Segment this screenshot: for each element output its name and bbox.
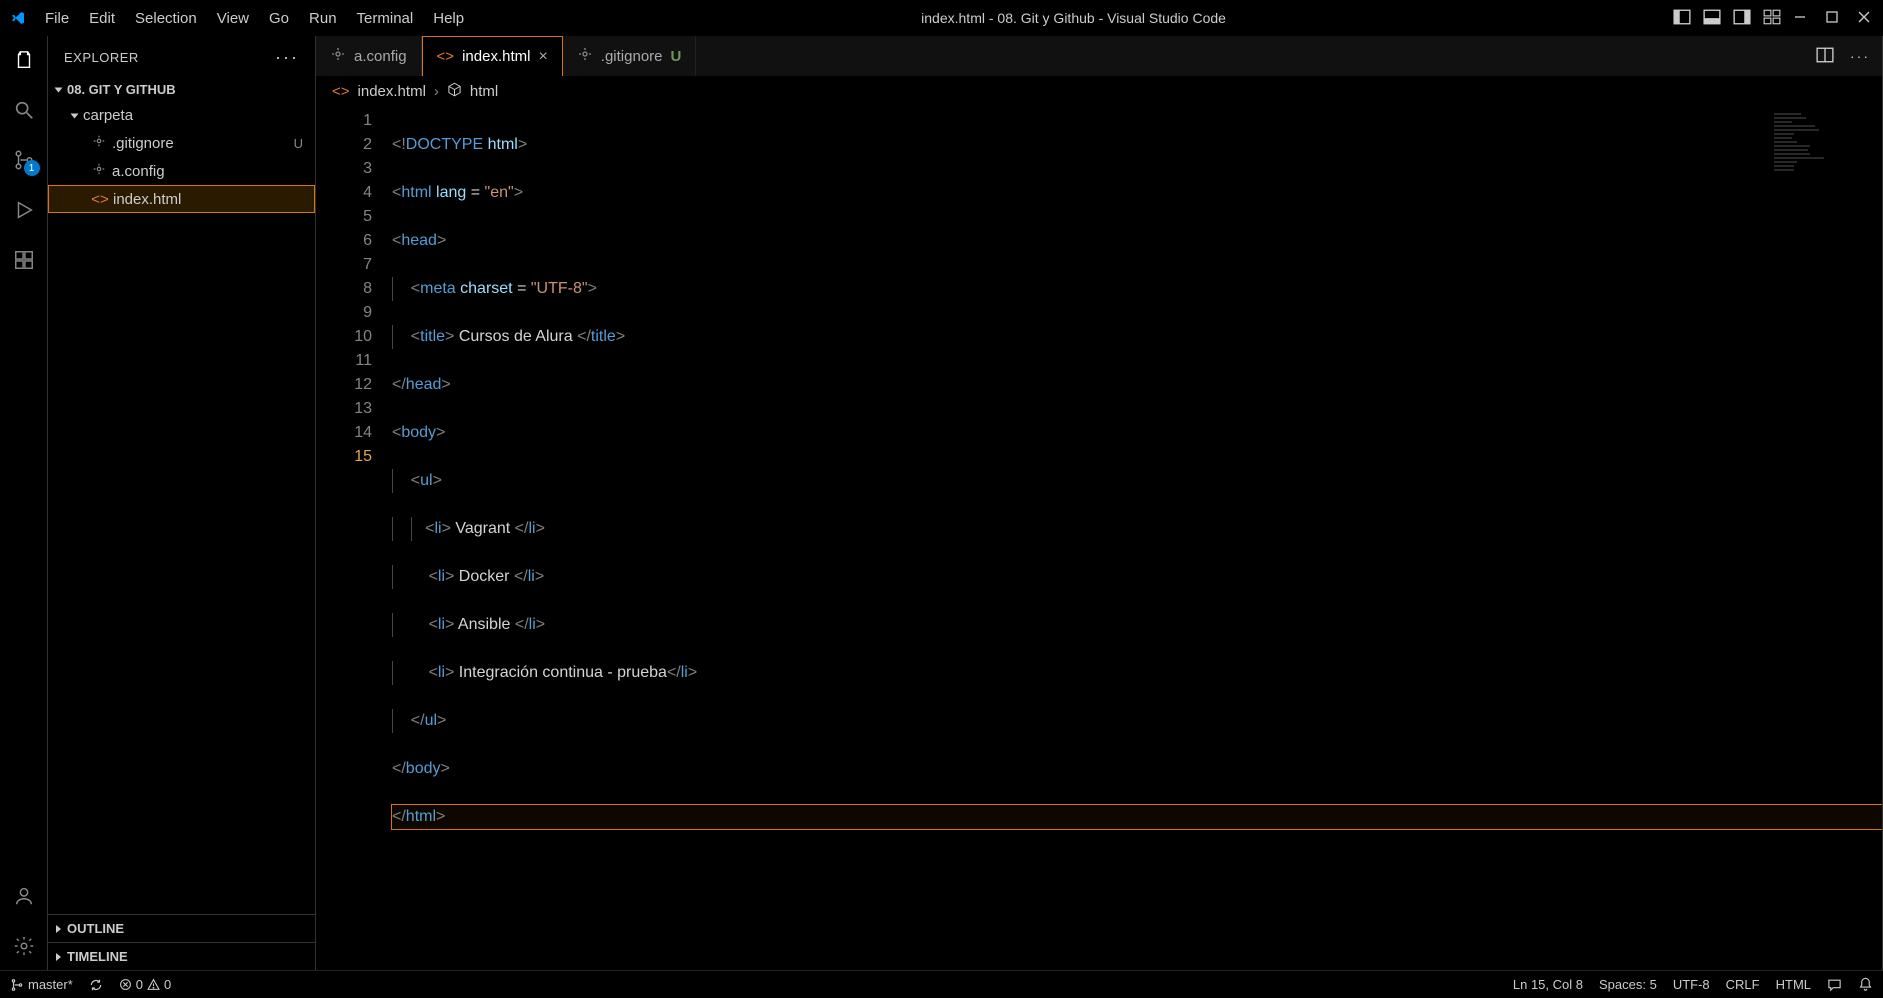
split-editor-icon[interactable]: [1816, 46, 1834, 67]
folder-root[interactable]: 08. GIT Y GITHUB: [48, 78, 315, 101]
search-icon[interactable]: [10, 96, 38, 124]
gear-icon: [90, 134, 108, 152]
file-label: a.config: [112, 163, 165, 180]
gear-icon: [330, 46, 346, 66]
run-debug-icon[interactable]: [10, 196, 38, 224]
menu-help[interactable]: Help: [423, 4, 474, 33]
activitybar: 1: [0, 36, 48, 970]
error-count: 0: [136, 977, 143, 992]
menubar: File Edit Selection View Go Run Terminal…: [35, 4, 474, 33]
line-gutter: 123456789101112131415: [316, 107, 392, 970]
settings-gear-icon[interactable]: [10, 932, 38, 960]
editor-area: a.config <> index.html × .gitignore U ··…: [316, 36, 1882, 970]
timeline-label: TIMELINE: [67, 949, 128, 964]
tree-folder-carpeta[interactable]: carpeta: [48, 101, 315, 129]
menu-edit[interactable]: Edit: [79, 4, 125, 33]
gear-icon: [90, 162, 108, 180]
gear-icon: [577, 46, 593, 66]
maximize-button[interactable]: [1825, 10, 1839, 27]
main: 1 EXPLORER ··· 08. GIT Y GITHUB: [0, 36, 1883, 970]
branch-name: master*: [28, 977, 73, 992]
outline-label: OUTLINE: [67, 921, 124, 936]
menu-terminal[interactable]: Terminal: [347, 4, 424, 33]
statusbar: master* 0 0 Ln 15, Col 8 Spaces: 5 UTF-8…: [0, 970, 1883, 998]
chevron-down-icon: [72, 107, 83, 124]
eol[interactable]: CRLF: [1726, 977, 1760, 992]
breadcrumb[interactable]: <> index.html › html: [316, 76, 1882, 107]
explorer-icon[interactable]: [10, 46, 38, 74]
chevron-right-icon: [56, 921, 67, 936]
cursor-position[interactable]: Ln 15, Col 8: [1513, 977, 1583, 992]
account-icon[interactable]: [10, 882, 38, 910]
tab-index[interactable]: <> index.html ×: [422, 36, 563, 76]
tree-file-gitignore[interactable]: .gitignore U: [48, 129, 315, 157]
toggle-panel-icon[interactable]: [1703, 8, 1721, 29]
outline-section[interactable]: OUTLINE: [48, 914, 315, 942]
tab-actions: ···: [1804, 36, 1882, 76]
chevron-right-icon: [56, 949, 67, 964]
minimize-button[interactable]: [1793, 10, 1807, 27]
tree-file-index[interactable]: <> index.html: [48, 185, 315, 213]
code-content[interactable]: <!DOCTYPE html> <html lang = "en"> <head…: [392, 107, 1882, 970]
close-icon[interactable]: ×: [538, 48, 547, 66]
sidebar-header: EXPLORER ···: [48, 36, 315, 78]
branch-status[interactable]: master*: [10, 977, 73, 992]
folder-label: carpeta: [83, 107, 133, 124]
scm-badge: 1: [24, 160, 40, 176]
chevron-down-icon: [56, 82, 67, 97]
tree-file-aconfig[interactable]: a.config: [48, 157, 315, 185]
notifications-icon[interactable]: [1858, 977, 1873, 992]
sidebar-title: EXPLORER: [64, 50, 139, 65]
menu-view[interactable]: View: [207, 4, 259, 33]
feedback-icon[interactable]: [1827, 977, 1842, 992]
close-button[interactable]: [1857, 10, 1871, 27]
file-status: U: [294, 136, 307, 151]
customize-layout-icon[interactable]: [1763, 8, 1781, 29]
tab-label: index.html: [462, 48, 530, 65]
breadcrumb-file[interactable]: index.html: [358, 83, 426, 100]
timeline-section[interactable]: TIMELINE: [48, 942, 315, 970]
problems-status[interactable]: 0 0: [119, 977, 171, 992]
extensions-icon[interactable]: [10, 246, 38, 274]
tab-label: .gitignore: [601, 48, 663, 65]
warning-count: 0: [164, 977, 171, 992]
tab-label: a.config: [354, 48, 407, 65]
minimap[interactable]: [1774, 113, 1864, 183]
window-title: index.html - 08. Git y Github - Visual S…: [474, 10, 1673, 26]
more-icon[interactable]: ···: [1850, 48, 1870, 64]
chevron-right-icon: ›: [434, 83, 439, 100]
root-folder-label: 08. GIT Y GITHUB: [67, 82, 176, 97]
indentation[interactable]: Spaces: 5: [1599, 977, 1657, 992]
tab-gitignore[interactable]: .gitignore U: [563, 36, 697, 76]
encoding[interactable]: UTF-8: [1673, 977, 1710, 992]
code-icon: <>: [91, 191, 109, 208]
vscode-logo: [0, 10, 35, 26]
menu-file[interactable]: File: [35, 4, 79, 33]
layout-controls: [1673, 8, 1781, 29]
sidebar: EXPLORER ··· 08. GIT Y GITHUB carpeta .g…: [48, 36, 316, 970]
file-label: .gitignore: [112, 135, 174, 152]
menu-selection[interactable]: Selection: [125, 4, 207, 33]
toggle-secondary-sidebar-icon[interactable]: [1733, 8, 1751, 29]
sync-status[interactable]: [89, 978, 103, 992]
code-icon: <>: [437, 48, 455, 65]
window-controls: [1781, 10, 1883, 27]
file-label: index.html: [113, 191, 181, 208]
cube-icon: [447, 82, 462, 101]
menu-go[interactable]: Go: [259, 4, 299, 33]
code-icon: <>: [332, 83, 350, 100]
tab-status: U: [671, 48, 682, 65]
source-control-icon[interactable]: 1: [10, 146, 38, 174]
menu-run[interactable]: Run: [299, 4, 347, 33]
language-mode[interactable]: HTML: [1776, 977, 1811, 992]
tab-aconfig[interactable]: a.config: [316, 36, 422, 76]
titlebar: File Edit Selection View Go Run Terminal…: [0, 0, 1883, 36]
tab-bar: a.config <> index.html × .gitignore U ··…: [316, 36, 1882, 76]
code-editor[interactable]: 123456789101112131415 <!DOCTYPE html> <h…: [316, 107, 1882, 970]
toggle-primary-sidebar-icon[interactable]: [1673, 8, 1691, 29]
file-tree: carpeta .gitignore U a.config <> index.h…: [48, 101, 315, 914]
breadcrumb-symbol[interactable]: html: [470, 83, 498, 100]
sidebar-more-icon[interactable]: ···: [275, 48, 299, 66]
